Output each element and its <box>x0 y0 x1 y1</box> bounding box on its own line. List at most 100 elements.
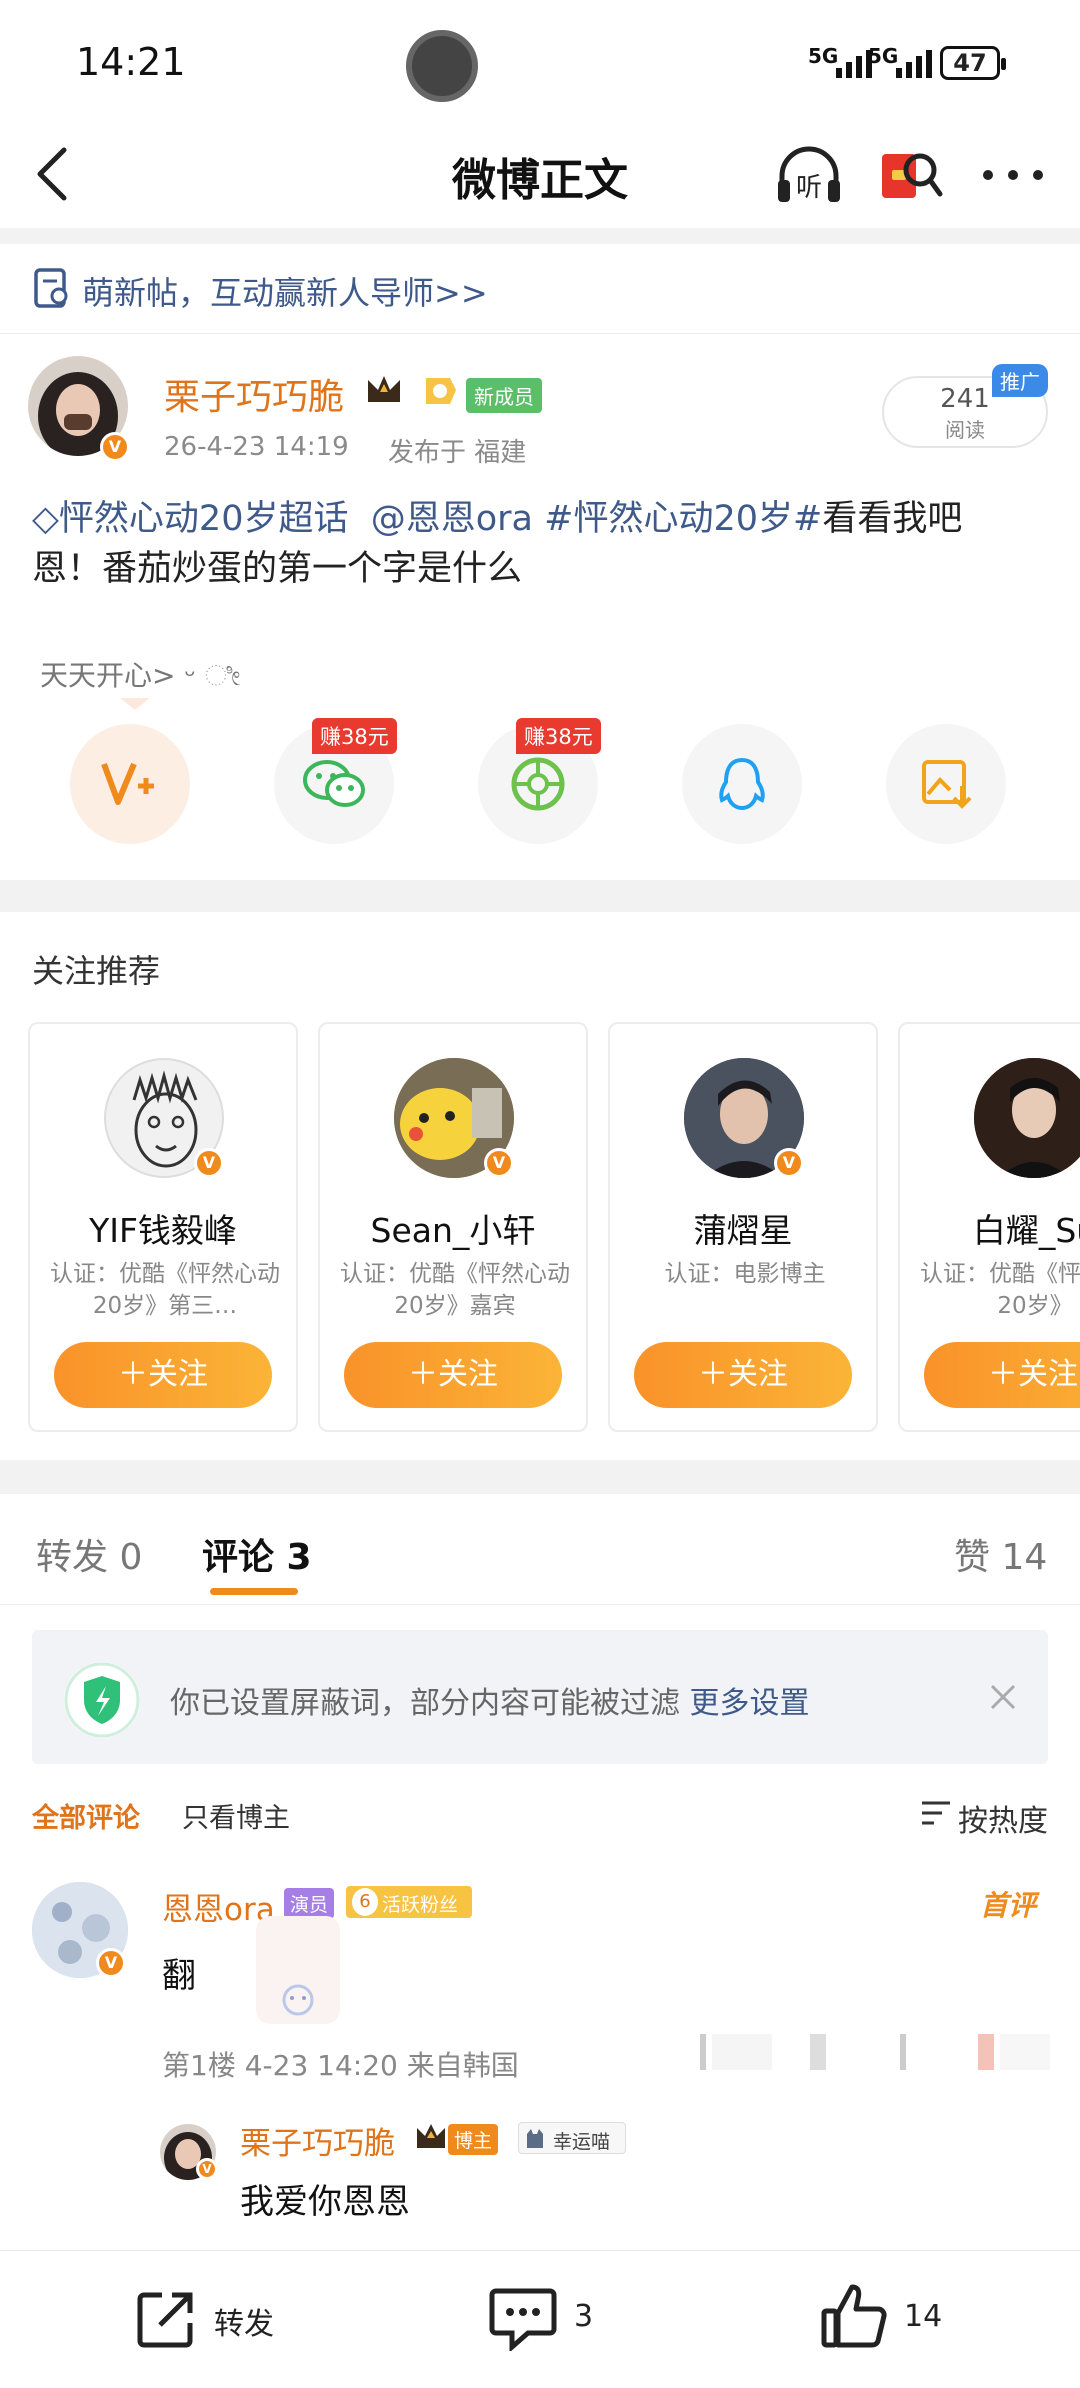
qq-icon <box>719 757 765 811</box>
status-time: 14:21 <box>76 40 186 84</box>
recommend-desc: 认证：优酷《怦然心动20岁》第三… <box>50 1261 280 1319</box>
page: 14:21 5G 5G 47 微博正文 听 萌新帖，互动赢新人导师>> V 栗子… <box>0 0 1080 2388</box>
recommend-card[interactable]: V 蒲熠星 认证：电影博主 ＋关注 <box>608 1022 878 1432</box>
recommend-name: 蒲熠星 <box>693 1211 793 1250</box>
battery-icon: 47 <box>940 46 1006 80</box>
moments-icon <box>511 757 565 811</box>
status-bar: 14:21 5G 5G 47 <box>0 0 1080 120</box>
wechat-earn-tag: 赚38元 <box>312 718 397 754</box>
camera-cutout <box>406 30 478 102</box>
moments-earn-tag: 赚38元 <box>516 718 601 754</box>
divider <box>0 1604 1080 1605</box>
close-icon[interactable] <box>988 1682 1018 1712</box>
red-packet-search-icon[interactable] <box>878 140 948 210</box>
recommend-desc: 认证：优酷《怦然心动20岁》 <box>920 1261 1080 1319</box>
shield-icon <box>64 1662 140 1738</box>
read-label: 阅读 <box>945 418 985 442</box>
sort-icon[interactable] <box>920 1798 954 1828</box>
author-name[interactable]: 栗子巧巧脆 <box>164 368 344 420</box>
verified-badge-icon: V <box>194 1148 224 1178</box>
repost-icon[interactable] <box>134 2287 198 2351</box>
verified-badge-icon: V <box>484 1148 514 1178</box>
cat-icon <box>527 2129 543 2148</box>
post-location: 发布于 福建 <box>388 438 527 468</box>
vplus-icon <box>101 762 154 805</box>
fan-badge-label: 活跃粉丝 <box>382 1894 459 1916</box>
comment-meta: 第1楼 4-23 14:20 来自韩国 <box>162 2049 519 2082</box>
recommend-card[interactable]: V YIF钱毅峰 认证：优酷《怦然心动20岁》第三… ＋关注 <box>28 1022 298 1432</box>
active-fan-badge: 6 活跃粉丝 <box>346 1886 472 1918</box>
signature-pointer-icon <box>120 698 150 710</box>
mention-link[interactable]: @恩恩ora <box>371 499 533 539</box>
crown-icon <box>417 2124 445 2148</box>
fan-badge-icon <box>426 378 456 404</box>
recommend-name: YIF钱毅峰 <box>89 1211 237 1250</box>
reply-author-name[interactable]: 栗子巧巧脆 <box>240 2118 395 2163</box>
signal-bars-2-icon <box>896 46 932 78</box>
comment-count[interactable]: 3 <box>574 2299 593 2334</box>
follow-button[interactable]: ＋关注 <box>924 1342 1080 1408</box>
follow-button[interactable]: ＋关注 <box>344 1342 562 1408</box>
post-timestamp: 26-4-23 14:19 <box>164 432 349 462</box>
sort-by-hot[interactable]: 按热度 <box>958 1796 1048 1840</box>
verified-badge-icon: V <box>196 2158 218 2180</box>
like-count[interactable]: 14 <box>904 2299 942 2334</box>
recommend-name: Sean_小轩 <box>370 1211 536 1250</box>
post-signature: 天天开心> ᵕ ೀ <box>40 659 241 692</box>
recommend-desc: 认证：优酷《怦然心动20岁》嘉宾 <box>340 1261 570 1319</box>
vplus-share-button[interactable] <box>70 724 190 844</box>
wechat-icon <box>303 760 365 807</box>
follow-recommend-section: 关注推荐 V YIF钱毅峰 认证：优酷《怦然心动20岁》第三… ＋关注 V Se… <box>0 912 1080 1460</box>
network-type-2: 5G <box>868 44 899 68</box>
comment-text: 翻 <box>162 1956 196 1996</box>
listen-headphones-icon[interactable]: 听 <box>772 140 846 210</box>
hashtag-link[interactable]: #怦然心动20岁# <box>544 499 822 539</box>
document-icon <box>34 268 68 308</box>
like-thumb-icon[interactable] <box>820 2281 888 2351</box>
active-tab-indicator <box>210 1588 298 1595</box>
bottom-action-bar: 转发 3 14 <box>0 2250 1080 2388</box>
comment-icon[interactable] <box>488 2285 558 2351</box>
crown-icon <box>368 376 400 402</box>
actor-badge: 演员 <box>284 1888 335 1919</box>
more-icon[interactable] <box>978 160 1048 190</box>
listen-icon-text: 听 <box>796 173 822 203</box>
post-card: V 栗子巧巧脆 新成员 26-4-23 14:19 发布于 福建 241 阅读 … <box>0 334 1080 880</box>
newbie-banner[interactable]: 萌新帖，互动赢新人导师>> <box>0 244 1080 334</box>
post-content: ◇怦然心动20岁超话 @恩恩ora #怦然心动20岁#看看我吧 恩！番茄炒蛋的第… <box>32 494 1052 594</box>
recommend-title: 关注推荐 <box>32 952 161 990</box>
tab-like[interactable]: 赞 14 <box>954 1528 1047 1580</box>
network-type-1: 5G <box>808 44 839 68</box>
repost-label[interactable]: 转发 <box>214 2299 274 2343</box>
qq-share-button[interactable] <box>682 724 802 844</box>
comments-section: 转发 0 评论 3 赞 14 你已设置屏蔽词，部分内容可能被过滤 更多设置 全部… <box>0 1494 1080 2250</box>
sort-author-only[interactable]: 只看博主 <box>182 1796 290 1835</box>
recommend-avatar <box>974 1058 1080 1178</box>
recommend-card[interactable]: V Sean_小轩 认证：优酷《怦然心动20岁》嘉宾 ＋关注 <box>318 1022 588 1432</box>
follow-button[interactable]: ＋关注 <box>54 1342 272 1408</box>
sort-all-comments[interactable]: 全部评论 <box>32 1796 140 1835</box>
blurred-emoji-icon <box>256 1916 340 2024</box>
recommend-card[interactable]: 白耀_Su 认证：优酷《怦然心动20岁》 ＋关注 <box>898 1022 1080 1432</box>
new-member-tag: 新成员 <box>466 378 542 413</box>
recommend-name: 白耀_Su <box>972 1211 1080 1250</box>
more-settings-link[interactable]: 更多设置 <box>690 1686 810 1721</box>
save-image-icon <box>922 760 972 809</box>
lucky-cat-label: 幸运喵 <box>553 2131 611 2153</box>
banner-text: 萌新帖，互动赢新人导师>> <box>82 274 488 312</box>
reaction-placeholder-icon <box>700 2034 1050 2070</box>
supertopic-link[interactable]: 怦然心动20岁超话 <box>59 499 349 539</box>
diamond-icon: ◇ <box>32 499 59 539</box>
tab-repost[interactable]: 转发 0 <box>36 1528 142 1580</box>
fan-level: 6 <box>352 1888 378 1916</box>
post-text-1: 看看我吧 <box>822 499 963 539</box>
tab-comment[interactable]: 评论 3 <box>202 1528 312 1580</box>
host-badge: 博主 <box>448 2124 499 2155</box>
promo-tag[interactable]: 推广 <box>992 364 1048 397</box>
follow-button[interactable]: ＋关注 <box>634 1342 852 1408</box>
filter-notice-message: 你已设置屏蔽词，部分内容可能被过滤 <box>170 1686 680 1721</box>
filter-notice-text: 你已设置屏蔽词，部分内容可能被过滤 更多设置 <box>170 1678 810 1722</box>
signal-bars-1-icon <box>836 46 872 78</box>
reply-text: 我爱你恩恩 <box>240 2182 410 2222</box>
save-image-button[interactable] <box>886 724 1006 844</box>
